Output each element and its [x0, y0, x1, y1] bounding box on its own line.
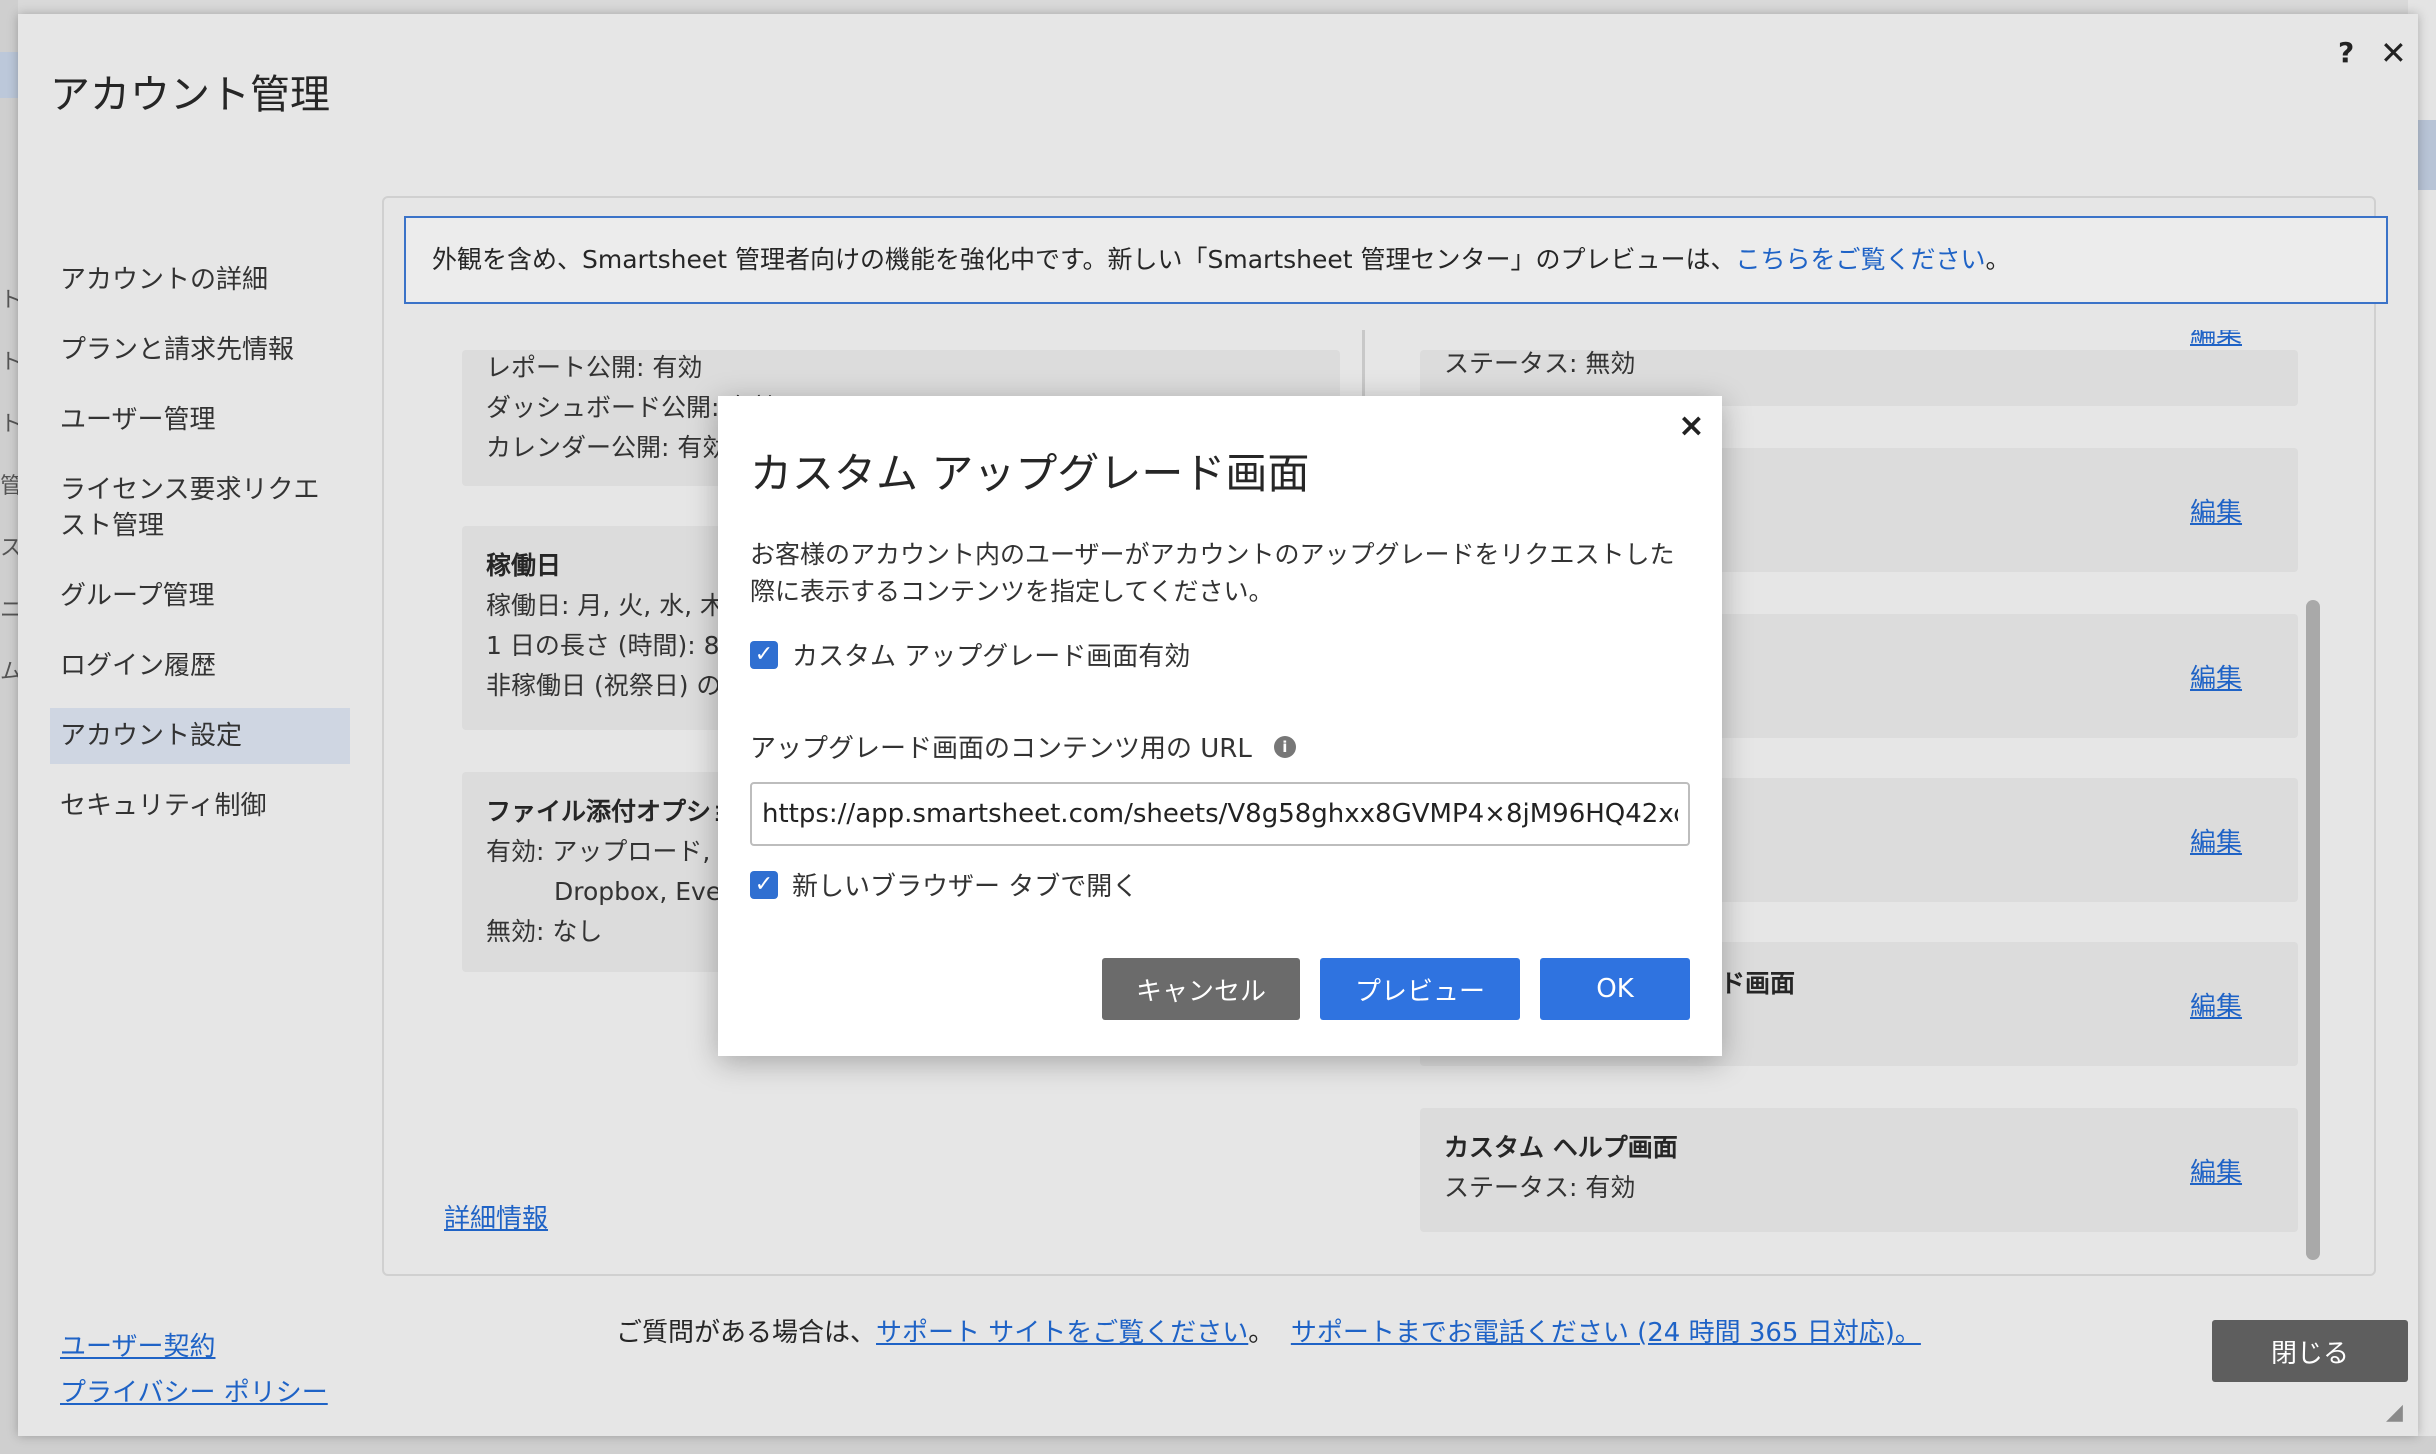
sidebar-item-plan-billing[interactable]: プランと請求先情報 — [50, 322, 350, 378]
background-app-sidebar — [0, 0, 18, 1454]
background-app-toolbar — [0, 0, 2436, 14]
background-app-sidebar-text: ト ト ト 管 ス ニ ム — [0, 270, 23, 704]
sidebar-nav: アカウントの詳細 プランと請求先情報 ユーザー管理 ライセンス要求リクエスト管理… — [50, 252, 370, 848]
column-divider — [1362, 330, 1365, 400]
url-field-label-row: アップグレード画面のコンテンツ用の URL i — [750, 728, 1296, 765]
open-new-tab-row[interactable]: ✓ 新しいブラウザー タブで開く — [750, 866, 1138, 903]
open-new-tab-checkbox[interactable]: ✓ — [750, 870, 778, 899]
custom-help-status: ステータス: 有効 — [1444, 1173, 1636, 1202]
enable-custom-upgrade-checkbox[interactable]: ✓ — [750, 640, 778, 669]
background-char: ト — [0, 412, 23, 437]
report-publishing-status: レポート公開: 有効 — [486, 353, 703, 382]
footer-separator: 。 — [1248, 1318, 1275, 1348]
support-site-link[interactable]: サポート サイトをご覧ください — [876, 1318, 1248, 1348]
user-agreement-link[interactable]: ユーザー契約 — [60, 1324, 328, 1370]
background-char: ム — [0, 660, 23, 685]
footer-support: ご質問がある場合は、サポート サイトをご覧ください。 サポートまでお電話ください… — [616, 1310, 1921, 1356]
details-link[interactable]: 詳細情報 — [444, 1198, 548, 1235]
sidebar-item-group-management[interactable]: グループ管理 — [50, 568, 350, 624]
edit-link-2[interactable]: 編集 — [2190, 492, 2242, 529]
edit-link-help[interactable]: 編集 — [2190, 1152, 2242, 1189]
banner-suffix: 。 — [1985, 245, 2011, 274]
edit-link-4[interactable]: 編集 — [2190, 822, 2242, 859]
sidebar-item-user-management[interactable]: ユーザー管理 — [50, 392, 350, 448]
custom-help-card: カスタム ヘルプ画面 ステータス: 有効 — [1420, 1108, 2298, 1232]
dialog-close-icon[interactable]: × — [1678, 406, 1705, 444]
sidebar-item-account-settings[interactable]: アカウント設定 — [50, 708, 350, 764]
background-app-footer — [0, 1436, 2436, 1454]
dialog-title: カスタム アップグレード画面 — [750, 449, 1310, 498]
resize-grip-icon[interactable]: ◢ — [2386, 1400, 2403, 1425]
background-char: 管 — [0, 474, 23, 499]
info-icon[interactable]: i — [1273, 735, 1296, 758]
privacy-policy-link[interactable]: プライバシー ポリシー — [60, 1370, 328, 1416]
open-new-tab-label: 新しいブラウザー タブで開く — [792, 872, 1139, 902]
edit-link-3[interactable]: 編集 — [2190, 658, 2242, 695]
sidebar-item-login-history[interactable]: ログイン履歴 — [50, 638, 350, 694]
preview-button[interactable]: プレビュー — [1320, 958, 1520, 1020]
background-char: ト — [0, 288, 23, 313]
sidebar-item-security-controls[interactable]: セキュリティ制御 — [50, 778, 350, 834]
setting-status-top: ステータス: 無効 — [1444, 350, 1636, 378]
custom-help-heading: カスタム ヘルプ画面 — [1444, 1133, 1678, 1162]
background-char: ニ — [0, 598, 23, 623]
edit-link-upgrade[interactable]: 編集 — [2190, 986, 2242, 1023]
background-app-scroll-thumb — [2418, 120, 2436, 190]
content-scrollbar[interactable] — [2306, 600, 2320, 1260]
admin-center-banner: 外観を含め、Smartsheet 管理者向けの機能を強化中です。新しい「Smar… — [404, 216, 2388, 304]
background-app-selected-item — [0, 52, 18, 98]
upgrade-url-input[interactable] — [750, 782, 1690, 846]
ok-button[interactable]: OK — [1540, 958, 1690, 1020]
help-icon[interactable]: ? — [2338, 36, 2354, 69]
sidebar-item-account-details[interactable]: アカウントの詳細 — [50, 252, 350, 308]
footer-legal-links: ユーザー契約 プライバシー ポリシー — [60, 1324, 328, 1416]
support-phone-link[interactable]: サポートまでお電話ください (24 時間 365 日対応)。 — [1291, 1318, 1921, 1348]
enable-custom-upgrade-row[interactable]: ✓ カスタム アップグレード画面有効 — [750, 636, 1190, 673]
custom-upgrade-dialog: × カスタム アップグレード画面 お客様のアカウント内のユーザーがアカウントのア… — [718, 396, 1722, 1056]
close-button[interactable]: 閉じる — [2212, 1320, 2408, 1382]
close-icon[interactable]: ✕ — [2380, 34, 2407, 72]
banner-text: 外観を含め、Smartsheet 管理者向けの機能を強化中です。新しい「Smar… — [432, 245, 1736, 274]
custom-upgrade-heading-tail: ド画面 — [1720, 969, 1796, 998]
dialog-description: お客様のアカウント内のユーザーがアカウントのアップグレードをリクエストした際に表… — [750, 540, 1675, 606]
cancel-button[interactable]: キャンセル — [1102, 958, 1300, 1020]
footer-question-text: ご質問がある場合は、 — [616, 1318, 877, 1348]
edit-link-top[interactable]: 編集 — [2190, 330, 2242, 354]
enable-custom-upgrade-label: カスタム アップグレード画面有効 — [792, 642, 1191, 672]
banner-link[interactable]: こちらをご覧ください — [1736, 245, 1986, 274]
sidebar-item-license-requests[interactable]: ライセンス要求リクエスト管理 — [50, 462, 350, 554]
background-char: ト — [0, 350, 23, 375]
url-field-label: アップグレード画面のコンテンツ用の URL — [750, 734, 1252, 764]
page-title: アカウント管理 — [50, 72, 330, 118]
background-char: ス — [0, 536, 23, 561]
